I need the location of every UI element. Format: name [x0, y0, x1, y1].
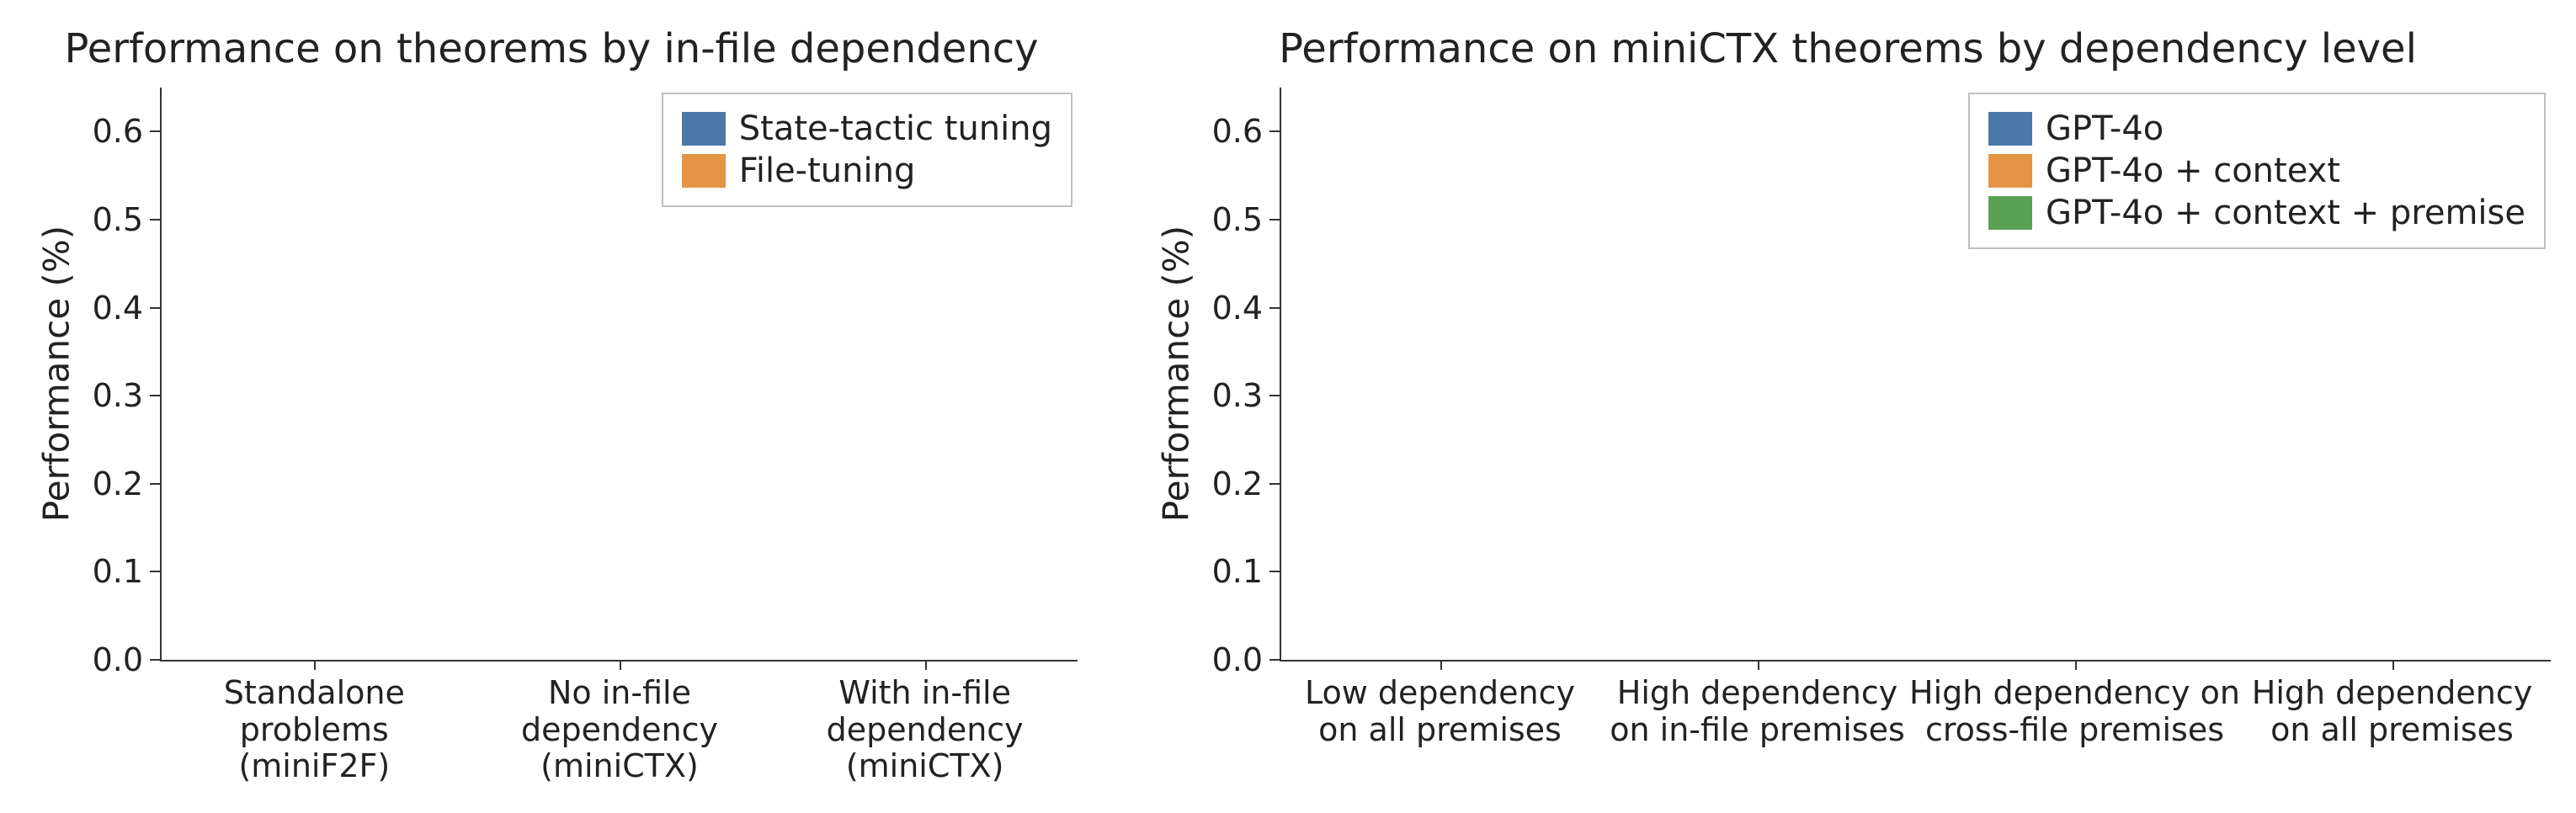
chart-title: Performance on theorems by in-file depen… — [25, 25, 1078, 72]
x-tick-label: Standaloneproblems(miniF2F) — [224, 675, 405, 785]
figure: Performance on theorems by in-file depen… — [0, 0, 2576, 813]
legend-swatch — [682, 154, 726, 188]
y-tick-label: 0.6 — [93, 113, 143, 150]
y-tick — [150, 571, 160, 572]
legend-label: State-tactic tuning — [739, 109, 1052, 148]
y-tick-label: 0.3 — [93, 377, 143, 414]
x-tick — [620, 660, 621, 670]
y-tick — [1269, 219, 1280, 221]
y-axis-label: Performance (%) — [36, 226, 77, 522]
x-tick — [1758, 660, 1759, 670]
legend-item: State-tactic tuning — [682, 109, 1052, 148]
y-tick-label: 0.2 — [93, 465, 143, 502]
y-tick — [1269, 130, 1280, 132]
x-tick-label: With in-filedependency(miniCTX) — [827, 675, 1024, 785]
chart-title: Performance on miniCTX theorems by depen… — [1145, 25, 2551, 72]
legend-swatch — [1988, 196, 2032, 230]
left-panel: Performance on theorems by in-file depen… — [25, 25, 1078, 788]
y-tick — [1269, 395, 1280, 396]
y-tick-label: 0.0 — [93, 641, 143, 678]
x-tick — [1440, 660, 1442, 670]
x-tick-label: High dependencyon in-file premises — [1610, 675, 1905, 748]
legend-swatch — [682, 112, 726, 146]
x-tick-label: High dependency oncross-file premises — [1909, 675, 2240, 748]
x-tick — [314, 660, 316, 670]
y-tick-label: 0.6 — [1212, 113, 1263, 150]
y-tick-label: 0.5 — [1212, 201, 1263, 238]
legend-swatch — [1988, 154, 2032, 188]
legend-label: GPT-4o — [2046, 109, 2164, 148]
legend-item: File-tuning — [682, 151, 1052, 190]
x-tick — [925, 660, 927, 670]
y-tick-label: 0.2 — [1212, 465, 1263, 502]
y-tick — [150, 219, 160, 221]
plot-area-left: Performance (%) State-tactic tuningFile-… — [160, 88, 1078, 662]
legend: GPT-4oGPT-4o + context GPT-4o + context +… — [1968, 93, 2546, 249]
plot-area-right: Performance (%) GPT-4oGPT-4o + contextGP… — [1280, 88, 2551, 662]
legend-item: GPT-4o — [1988, 109, 2525, 148]
y-tick-label: 0.3 — [1212, 377, 1263, 414]
y-tick — [150, 307, 160, 309]
y-tick — [150, 130, 160, 132]
y-tick — [150, 395, 160, 396]
legend: State-tactic tuningFile-tuning — [662, 93, 1072, 207]
y-tick-label: 0.4 — [93, 290, 143, 327]
legend-item: GPT-4o + context + premise — [1988, 194, 2525, 232]
y-tick — [150, 483, 160, 485]
legend-label: GPT-4o + context — [2046, 151, 2340, 190]
y-tick-label: 0.5 — [93, 201, 143, 238]
y-tick — [150, 659, 160, 661]
legend-label: GPT-4o + context + premise — [2046, 194, 2525, 232]
x-tick-label: No in-filedependency(miniCTX) — [521, 675, 718, 785]
legend-item: GPT-4o + context — [1988, 151, 2525, 190]
y-tick-label: 0.1 — [1212, 553, 1263, 590]
y-tick — [1269, 659, 1280, 661]
legend-label: File-tuning — [739, 151, 916, 190]
x-tick — [2392, 660, 2394, 670]
y-tick — [1269, 571, 1280, 572]
right-panel: Performance on miniCTX theorems by depen… — [1145, 25, 2551, 788]
y-axis-label: Performance (%) — [1156, 226, 1197, 522]
y-tick-label: 0.0 — [1212, 641, 1263, 678]
y-tick — [1269, 307, 1280, 309]
legend-swatch — [1988, 112, 2032, 146]
y-tick-label: 0.1 — [93, 553, 143, 590]
y-tick — [1269, 483, 1280, 485]
y-tick-label: 0.4 — [1212, 290, 1263, 327]
x-tick-label: High dependencyon all premises — [2252, 675, 2532, 748]
x-tick-label: Low dependencyon all premises — [1305, 675, 1575, 748]
x-tick — [2075, 660, 2077, 670]
